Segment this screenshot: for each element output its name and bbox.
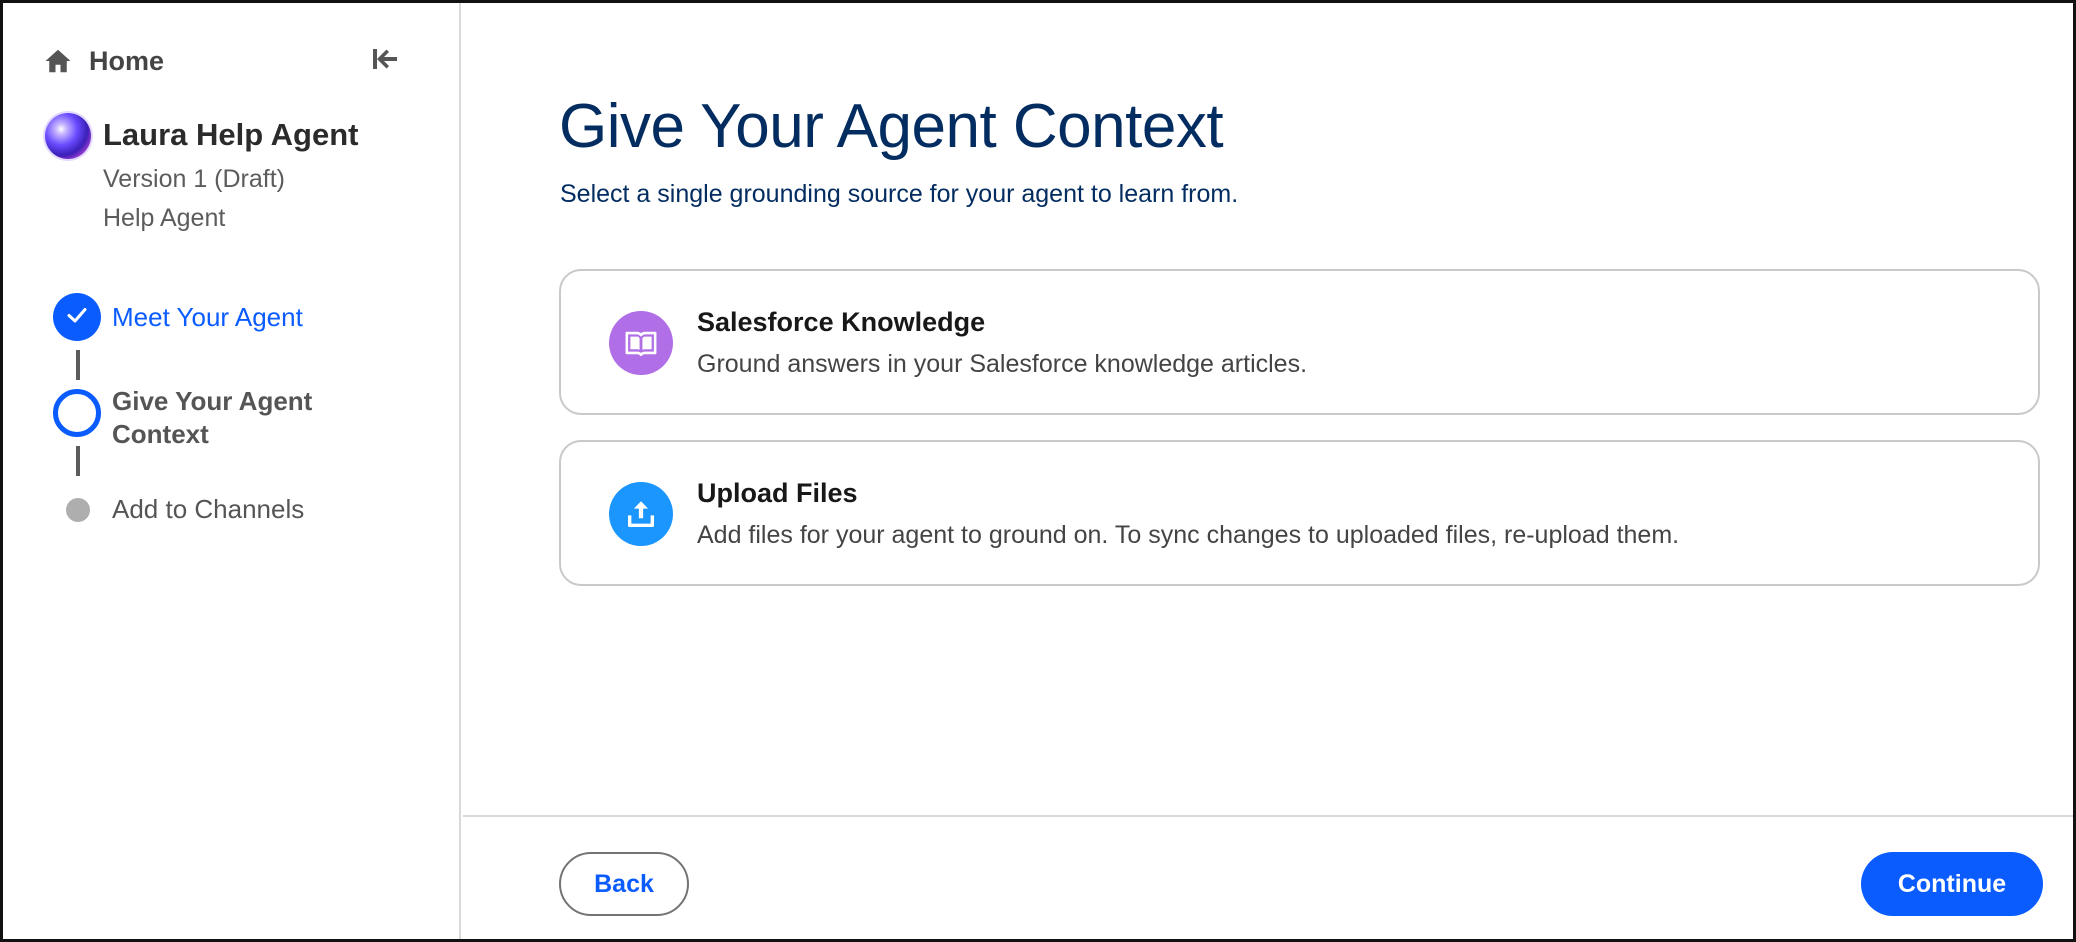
- continue-button[interactable]: Continue: [1861, 852, 2043, 916]
- upload-icon: [609, 482, 673, 546]
- option-card-upload-files[interactable]: Upload Files Add files for your agent to…: [559, 440, 2040, 586]
- back-button[interactable]: Back: [559, 852, 689, 916]
- wizard-footer: Back Continue: [463, 815, 2073, 939]
- sidebar-header: Home: [43, 43, 403, 79]
- page-title: Give Your Agent Context: [559, 92, 1224, 161]
- step-upcoming-dot: [66, 498, 90, 522]
- agent-type: Help Agent: [103, 204, 226, 232]
- option-title: Upload Files: [697, 478, 858, 508]
- step-label: Add to Channels: [112, 494, 305, 524]
- step-current-ring: [53, 389, 101, 437]
- agent-version: Version 1 (Draft): [103, 165, 286, 193]
- step-give-your-agent-context[interactable]: Give Your Agent Context: [53, 386, 372, 451]
- step-label: Give Your Agent Context: [112, 386, 313, 449]
- setup-sidebar: Home Laura Help Agent Version 1 (Draft) …: [3, 3, 461, 939]
- open-book-icon: [609, 311, 673, 375]
- step-upcoming-marker: [53, 485, 103, 535]
- main-content: Give Your Agent Context Select a single …: [463, 3, 2073, 939]
- step-meet-your-agent[interactable]: Meet Your Agent: [53, 293, 303, 343]
- home-link[interactable]: Home: [43, 46, 164, 77]
- step-current-marker: [53, 389, 103, 439]
- step-complete-marker: [53, 293, 103, 343]
- agent-name: Laura Help Agent: [103, 117, 359, 152]
- checkmark-icon: [65, 303, 89, 332]
- collapse-left-icon: [371, 47, 399, 76]
- home-icon: [43, 46, 73, 76]
- app-window: Home Laura Help Agent Version 1 (Draft) …: [0, 0, 2076, 942]
- page-subtitle: Select a single grounding source for you…: [560, 180, 1239, 208]
- step-add-to-channels[interactable]: Add to Channels: [53, 485, 304, 535]
- agent-avatar: [45, 113, 91, 159]
- step-label: Meet Your Agent: [112, 302, 303, 332]
- setup-steps: Meet Your Agent Give Your Agent Context …: [53, 293, 433, 553]
- option-title: Salesforce Knowledge: [697, 307, 986, 337]
- step-complete-dot: [53, 293, 101, 341]
- home-label: Home: [89, 45, 165, 76]
- option-description: Ground answers in your Salesforce knowle…: [697, 350, 1308, 378]
- step-connector: [76, 350, 80, 380]
- option-card-salesforce-knowledge[interactable]: Salesforce Knowledge Ground answers in y…: [559, 269, 2040, 415]
- option-description: Add files for your agent to ground on. T…: [697, 521, 1680, 549]
- collapse-sidebar-button[interactable]: [367, 43, 403, 79]
